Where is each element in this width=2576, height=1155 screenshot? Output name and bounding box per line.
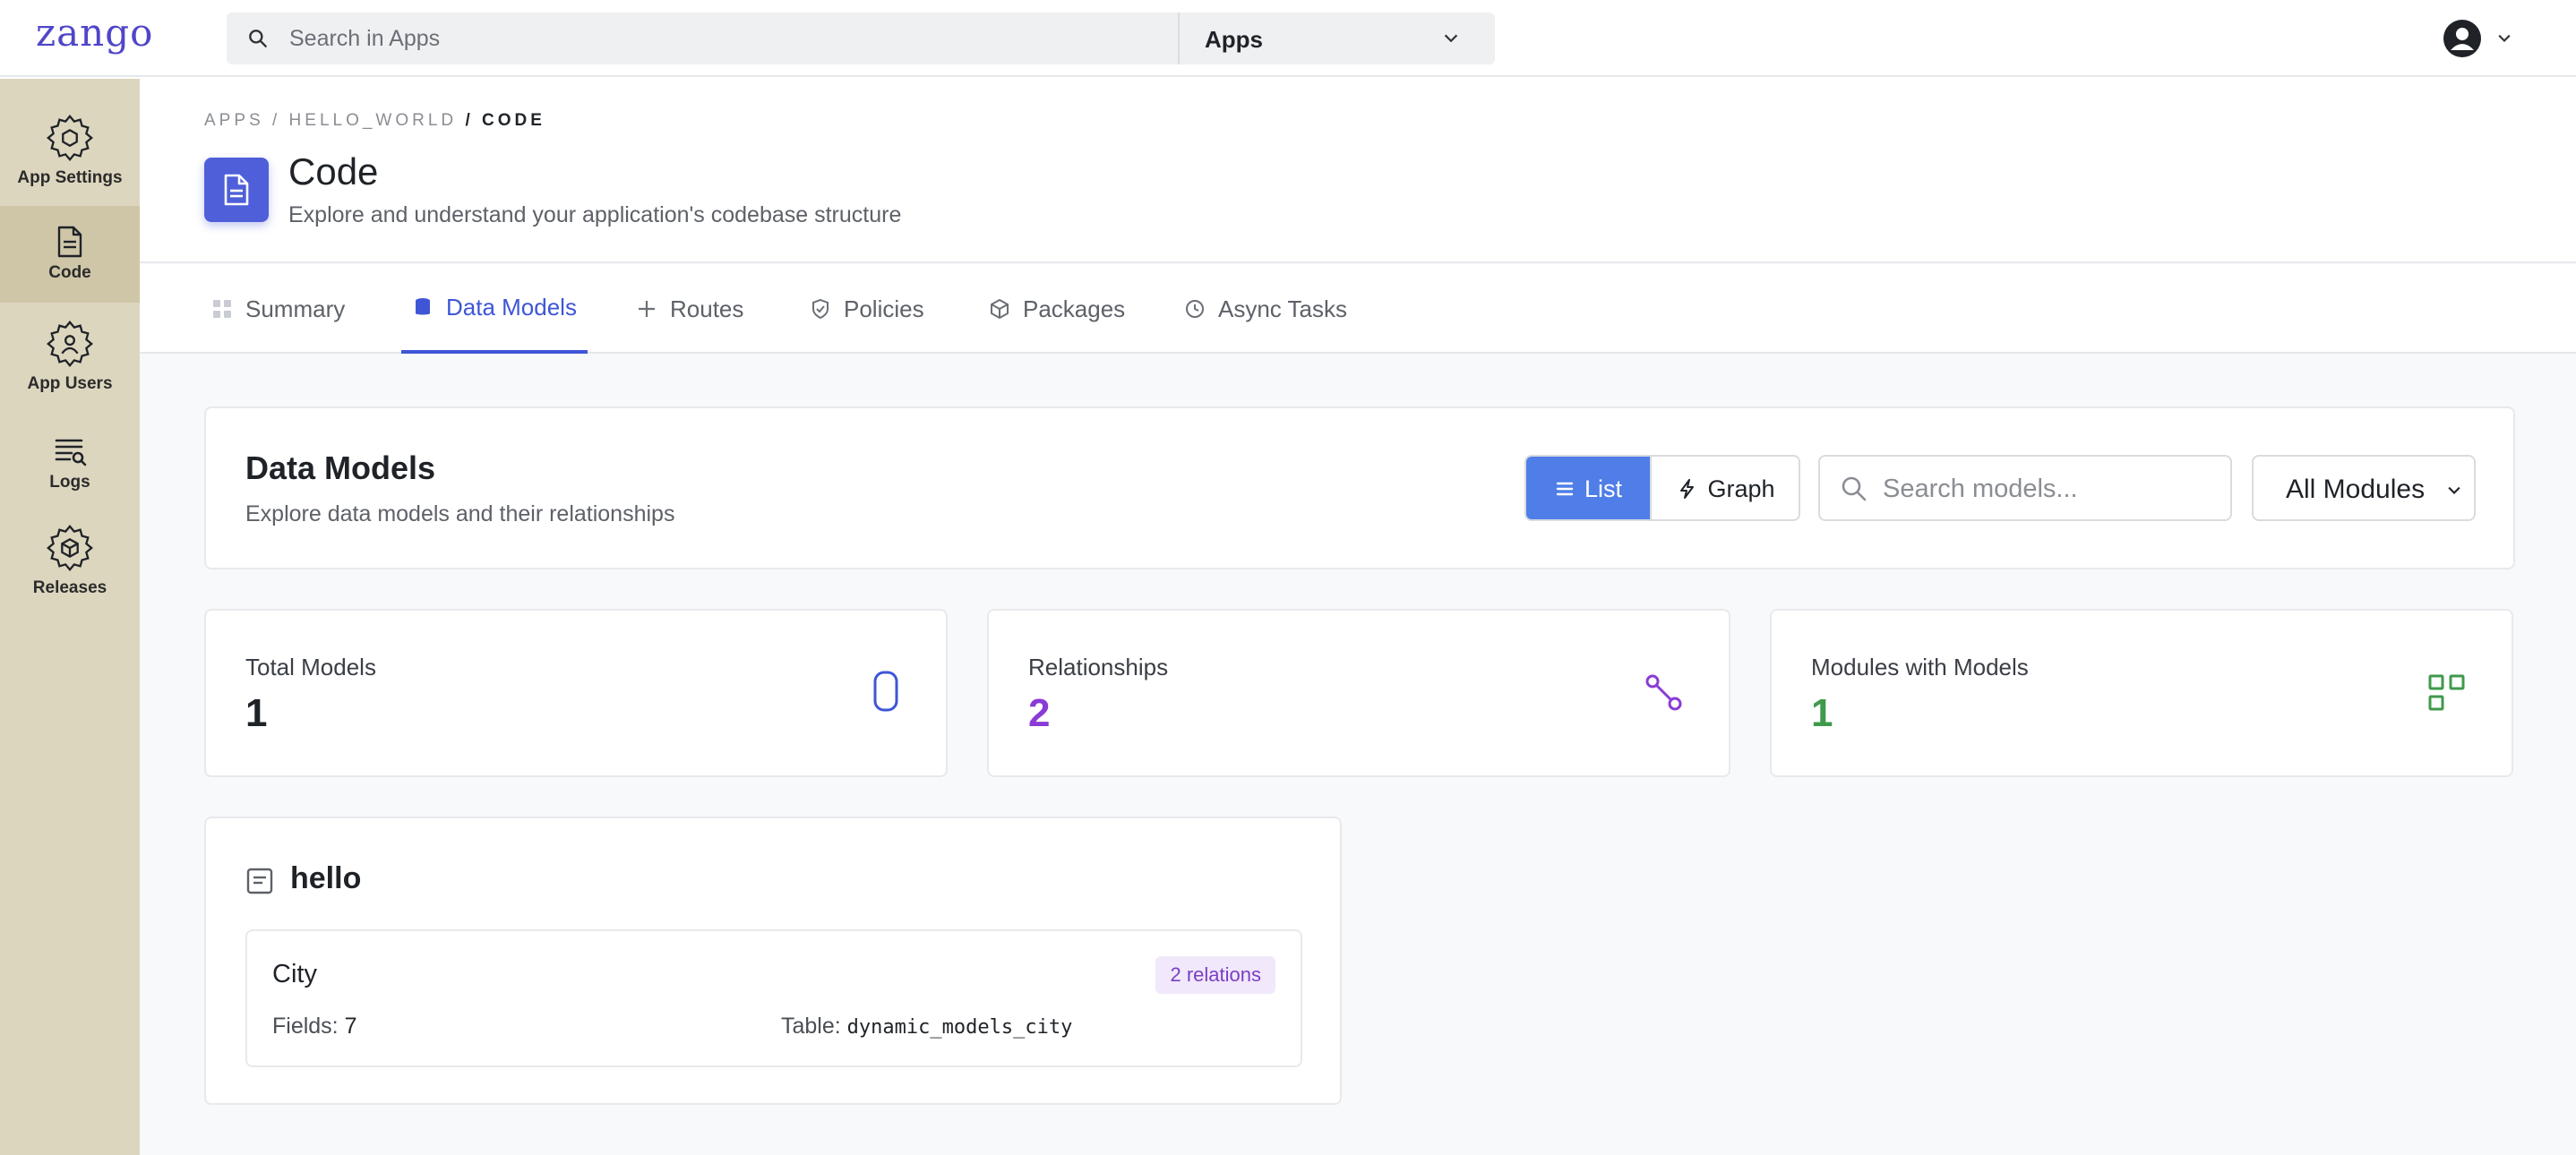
table-label: Table:	[781, 1014, 841, 1039]
breadcrumb: APPS / HELLO_WORLD / CODE	[204, 111, 545, 131]
view-toggle: List Graph	[1524, 455, 1800, 521]
search-icon	[1842, 476, 1867, 501]
logs-icon	[55, 439, 87, 466]
stat-value: 2	[1028, 691, 1051, 735]
stat-card-total-models: Total Models 1	[204, 609, 948, 777]
sidebar-item-label: App Users	[27, 374, 113, 393]
table-name: dynamic_models_city	[846, 1016, 1073, 1039]
stat-value: 1	[245, 691, 268, 735]
tab-data-models[interactable]: Data Models	[401, 264, 588, 354]
zango-logo[interactable]: zango	[36, 11, 153, 55]
apps-scope-select[interactable]: Apps	[1178, 13, 1495, 64]
sidebar: App Settings Code App Users Logs Release…	[0, 79, 140, 1155]
shield-icon	[812, 298, 829, 320]
module-name: hello	[290, 861, 362, 895]
package-gear-icon	[47, 525, 93, 572]
tab-label: Policies	[844, 295, 924, 322]
lightning-icon	[1680, 479, 1695, 499]
list-icon	[1556, 482, 1574, 496]
fields-count: 7	[344, 1014, 357, 1039]
app-search-bar[interactable]	[227, 13, 1178, 64]
stat-label: Modules with Models	[1811, 654, 2029, 680]
link-nodes-icon	[1645, 674, 1682, 711]
model-search-box[interactable]	[1818, 455, 2232, 521]
top-bar: zango Apps	[0, 0, 2576, 77]
module-card-hello: hello City 2 relations Fields: 7 Table: …	[204, 817, 1342, 1105]
user-avatar-icon	[2443, 20, 2481, 57]
stat-card-modules-with-models: Modules with Models 1	[1770, 609, 2513, 777]
tab-label: Async Tasks	[1218, 295, 1348, 322]
data-models-subtitle: Explore data models and their relationsh…	[245, 501, 675, 526]
grid-icon	[213, 300, 231, 318]
sidebar-item-app-users[interactable]: App Users	[0, 319, 140, 394]
gear-icon	[47, 115, 93, 162]
model-table: Table: dynamic_models_city	[781, 1014, 1072, 1040]
tab-routes[interactable]: Routes	[636, 264, 743, 354]
relations-badge: 2 relations	[1155, 956, 1275, 994]
sidebar-item-releases[interactable]: Releases	[0, 523, 140, 598]
list-view-button[interactable]: List	[1526, 457, 1650, 519]
sidebar-item-logs[interactable]: Logs	[0, 433, 140, 492]
apps-scope-label: Apps	[1205, 26, 1263, 53]
sidebar-item-label: Releases	[32, 578, 107, 597]
main-content: APPS / HELLO_WORLD / CODE Code Explore a…	[140, 79, 2576, 1155]
page-icon	[204, 158, 269, 222]
stat-label: Total Models	[245, 654, 376, 680]
graph-view-button[interactable]: Graph	[1650, 457, 1799, 519]
app-search-input[interactable]	[289, 20, 1140, 57]
list-view-label: List	[1584, 475, 1623, 502]
chevron-down-icon	[2448, 486, 2460, 495]
grid-outline-icon	[2428, 674, 2465, 711]
clock-icon	[1186, 300, 1204, 318]
model-search-input[interactable]	[1883, 469, 2214, 509]
user-menu[interactable]	[2442, 18, 2522, 59]
model-name: City	[272, 960, 317, 988]
search-icon	[249, 30, 267, 47]
fields-label: Fields:	[272, 1014, 339, 1039]
breadcrumb-separator: /	[271, 111, 289, 130]
sidebar-item-app-settings[interactable]: App Settings	[0, 113, 140, 188]
page-title: Code	[288, 150, 379, 192]
module-filter-select[interactable]: All Modules	[2252, 455, 2476, 521]
sidebar-item-label: Logs	[49, 473, 90, 492]
file-icon	[57, 226, 82, 258]
file-icon	[224, 174, 249, 206]
chevron-down-icon	[1444, 34, 1458, 43]
box-icon	[991, 299, 1009, 319]
plus-icon	[639, 301, 655, 317]
stat-card-relationships: Relationships 2	[987, 609, 1730, 777]
page-header: APPS / HELLO_WORLD / CODE Code Explore a…	[140, 79, 2576, 263]
stat-value: 1	[1811, 691, 1833, 735]
module-icon	[246, 868, 273, 894]
breadcrumb-separator: /	[465, 111, 482, 130]
tab-label: Data Models	[446, 293, 577, 321]
users-gear-icon	[47, 321, 93, 368]
chevron-down-icon	[2498, 34, 2511, 43]
stat-label: Relationships	[1028, 654, 1169, 680]
tab-packages[interactable]: Packages	[989, 264, 1125, 354]
database-icon	[416, 298, 430, 315]
tab-bar: Summary Data Models Routes Policies Pack…	[140, 264, 2576, 354]
sidebar-item-label: Code	[48, 263, 91, 282]
graph-view-label: Graph	[1707, 475, 1775, 502]
page-subtitle: Explore and understand your application'…	[288, 202, 902, 227]
breadcrumb-app[interactable]: HELLO_WORLD	[289, 111, 458, 130]
tab-label: Summary	[245, 295, 346, 322]
tab-summary[interactable]: Summary	[211, 264, 345, 354]
tab-label: Routes	[670, 295, 744, 322]
model-item-city[interactable]: City 2 relations Fields: 7 Table: dynami…	[245, 929, 1302, 1067]
breadcrumb-apps[interactable]: APPS	[204, 111, 264, 130]
sidebar-item-code[interactable]: Code	[0, 206, 140, 303]
tab-label: Packages	[1023, 295, 1126, 322]
model-fields: Fields: 7	[272, 1014, 357, 1040]
tab-async-tasks[interactable]: Async Tasks	[1184, 264, 1347, 354]
sidebar-item-label: App Settings	[17, 168, 123, 187]
data-models-title: Data Models	[245, 449, 436, 486]
database-outline-icon	[873, 671, 898, 712]
data-models-header-card: Data Models Explore data models and thei…	[204, 406, 2515, 569]
tab-policies[interactable]: Policies	[810, 264, 924, 354]
breadcrumb-current: CODE	[482, 111, 545, 130]
module-filter-value: All Modules	[2286, 475, 2426, 504]
